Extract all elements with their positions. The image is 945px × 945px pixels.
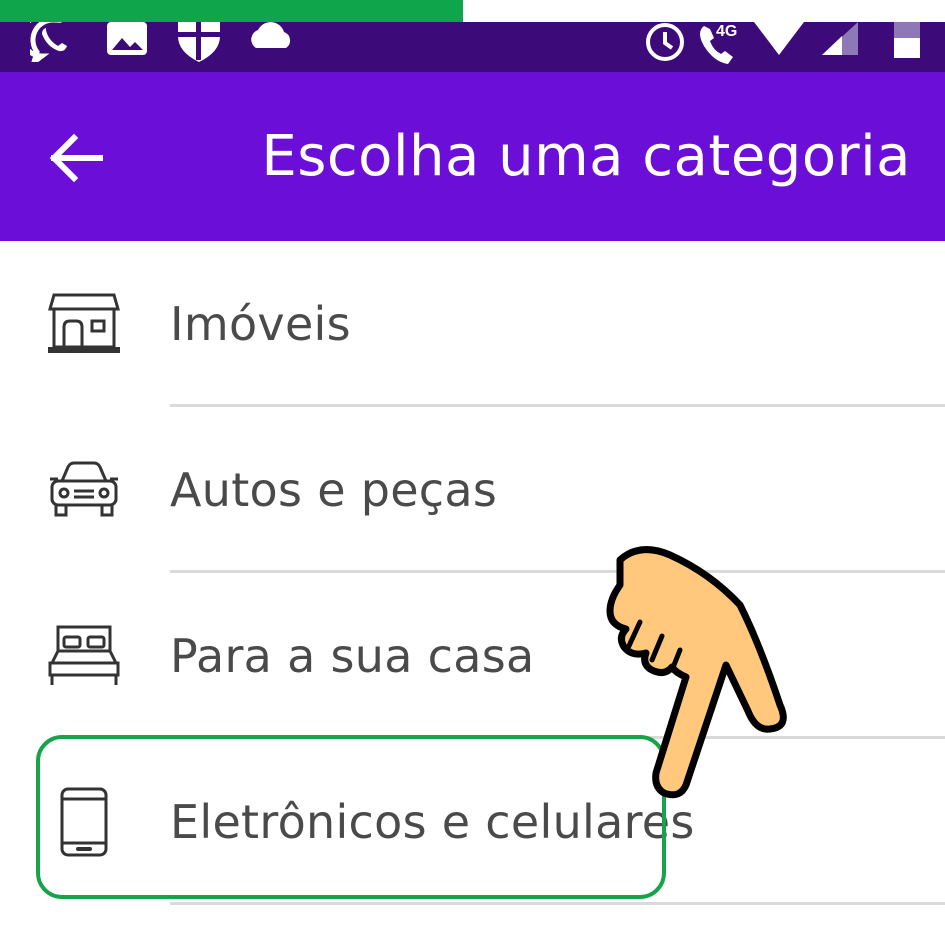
category-label: Imóveis — [170, 297, 351, 351]
signal-icon — [820, 22, 860, 72]
whatsapp-icon — [30, 22, 80, 72]
category-label: Eletrônicos e celulares — [170, 795, 695, 849]
wifi-icon — [752, 22, 806, 72]
status-bar: 4G — [0, 22, 945, 72]
cloud-icon — [246, 22, 296, 72]
progress-fill — [0, 0, 464, 22]
image-icon — [106, 22, 148, 72]
shield-icon — [176, 22, 222, 72]
category-item-eletronicos[interactable]: Eletrônicos e celulares — [0, 739, 945, 905]
category-label: Autos e peças — [170, 463, 498, 517]
call-4g-icon: 4G — [696, 22, 752, 72]
category-item-autos[interactable]: Autos e peças — [0, 407, 945, 573]
battery-icon — [892, 22, 922, 72]
network-type-label: 4G — [716, 23, 737, 40]
arrow-back-icon — [49, 134, 103, 182]
page-title: Escolha uma categoria — [261, 124, 911, 189]
app-bar: Escolha uma categoria — [0, 72, 945, 241]
house-icon — [46, 286, 122, 362]
alarm-icon — [642, 22, 688, 72]
back-button[interactable] — [40, 127, 112, 189]
category-list: Imóveis Autos e peças Para a sua casa El… — [0, 241, 945, 905]
car-icon — [46, 452, 122, 528]
divider — [170, 902, 945, 905]
category-item-imoveis[interactable]: Imóveis — [0, 241, 945, 407]
category-item-casa[interactable]: Para a sua casa — [0, 573, 945, 739]
progress-track — [0, 0, 945, 22]
phone-icon — [46, 784, 122, 860]
category-label: Para a sua casa — [170, 629, 535, 683]
bed-icon — [46, 618, 122, 694]
